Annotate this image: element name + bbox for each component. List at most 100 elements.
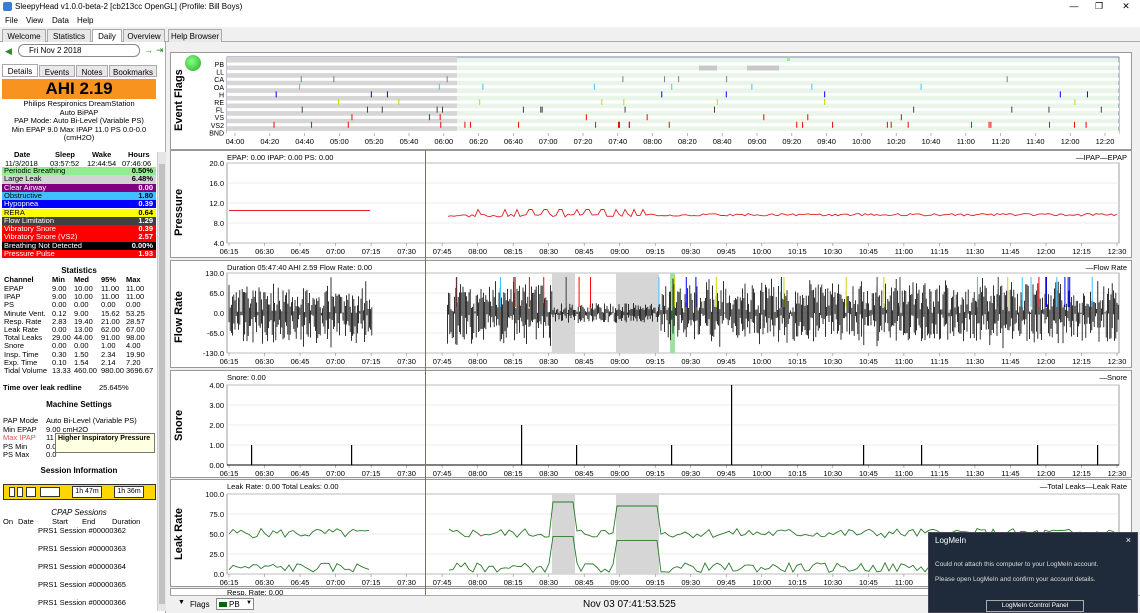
- left-panel-scrollbar[interactable]: [157, 152, 166, 611]
- stats-row: Snore 0.00 0.00 1.00 4.00: [2, 341, 156, 350]
- statistics-title: Statistics: [61, 266, 97, 275]
- x-tick-label: 06:30: [255, 578, 274, 587]
- menu-data[interactable]: Data: [52, 16, 69, 25]
- stat-cell: 3696.67: [126, 366, 154, 375]
- prev-day-arrow-icon[interactable]: ◀: [5, 46, 12, 57]
- y-tick-label: 4.00: [209, 381, 224, 390]
- logmein-control-panel-button[interactable]: LogMeIn Control Panel: [986, 600, 1084, 612]
- x-tick-label: 08:00: [468, 357, 487, 366]
- stat-cell: Min: [52, 275, 65, 284]
- stat-cell: 460.00: [74, 366, 97, 375]
- jump-arrow-icon[interactable]: →: [144, 45, 153, 55]
- session-block[interactable]: [26, 487, 36, 497]
- x-tick-label: 12:00: [1061, 137, 1080, 146]
- subtab-details[interactable]: Details: [2, 64, 38, 77]
- index-row-10[interactable]: Pressure Pulse 1.93: [2, 249, 156, 259]
- x-tick-label: 05:00: [330, 137, 349, 146]
- x-tick-label: 12:30: [1108, 357, 1127, 366]
- stat-cell: Med: [74, 275, 89, 284]
- tab-welcome[interactable]: Welcome: [2, 29, 46, 42]
- flag-channel-label: H: [219, 92, 224, 99]
- x-tick-label: 06:00: [434, 137, 453, 146]
- maximize-button[interactable]: ❐: [1085, 1, 1113, 12]
- x-tick-label: 09:30: [681, 578, 700, 587]
- snore-graph[interactable]: Snore Snore: 0.00 —Snore 4.00 3.00 2.00 1.0…: [170, 370, 1132, 478]
- event-flags-graph[interactable]: Event Flags PB LL CA OA H RE FL VS VS2 BND 04:00 04…: [170, 52, 1132, 150]
- x-tick-label: 11:30: [966, 247, 984, 256]
- subtab-notes[interactable]: Notes: [76, 65, 108, 77]
- stat-cell: 13.33: [52, 366, 71, 375]
- y-tick-label: 12.0: [209, 199, 224, 208]
- close-button[interactable]: ✕: [1112, 1, 1140, 12]
- x-tick-label: 11:30: [966, 357, 984, 366]
- x-tick-label: 10:00: [752, 247, 771, 256]
- popup-close-icon[interactable]: ×: [1126, 535, 1131, 545]
- stat-cell: Channel: [4, 275, 34, 284]
- popup-line-1: Could not attach this computer to your L…: [935, 561, 1099, 568]
- last-day-icon[interactable]: ⇥: [156, 45, 164, 56]
- setting-row: Min EPAP 9.00 cmH2O: [2, 425, 156, 434]
- flags-label[interactable]: Flags: [190, 600, 210, 609]
- subtab-bookmarks[interactable]: Bookmarks: [109, 65, 157, 77]
- snore-plot[interactable]: 4.003.002.001.000.0006:15 06:30 06:45 07:00…: [171, 371, 1133, 479]
- y-tick-label: 65.0: [209, 289, 224, 298]
- session-block[interactable]: [9, 487, 15, 497]
- x-tick-label: 12:20: [1096, 137, 1115, 146]
- x-tick-label: 09:30: [681, 469, 700, 478]
- session-duration-1[interactable]: 1h 47m: [72, 486, 102, 498]
- flags-dropdown-arrow-icon[interactable]: ▼: [178, 599, 185, 606]
- pressure-plot[interactable]: 20.016.012.08.04.006:15 06:30 06:45 07:00 07…: [171, 151, 1133, 259]
- x-tick-label: 12:00: [1037, 469, 1056, 478]
- tab-help-browser[interactable]: Help Browser: [168, 29, 222, 42]
- x-tick-label: 08:45: [575, 357, 594, 366]
- y-tick-label: 1.00: [209, 441, 224, 450]
- col-end: End: [82, 517, 96, 526]
- x-tick-label: 10:45: [859, 578, 878, 587]
- menu-view[interactable]: View: [26, 16, 43, 25]
- snore-bar: [731, 385, 733, 465]
- x-tick-label: 07:00: [326, 247, 345, 256]
- session-block[interactable]: [17, 487, 23, 497]
- tooltip: Higher Inspiratory Pressure: [55, 433, 155, 453]
- minimize-button[interactable]: —: [1060, 1, 1088, 11]
- tab-overview[interactable]: Overview: [123, 29, 165, 42]
- subtab-events[interactable]: Events: [39, 65, 75, 77]
- popup-line-2: Please open LogMeIn and confirm your acc…: [935, 576, 1096, 583]
- x-tick-label: 10:40: [922, 137, 941, 146]
- index-label: Pressure Pulse: [4, 249, 55, 258]
- chevron-down-icon: ▼: [246, 600, 252, 606]
- session-name: PRS1 Session #00000365: [38, 580, 126, 589]
- x-tick-label: 07:45: [433, 357, 452, 366]
- x-tick-label: 07:20: [574, 137, 593, 146]
- session-duration-2[interactable]: 1h 36m: [114, 486, 144, 498]
- tab-daily[interactable]: Daily: [92, 29, 122, 43]
- scrollbar-thumb[interactable]: [159, 164, 165, 604]
- stat-cell: 95%: [101, 275, 117, 284]
- x-tick-label: 09:40: [817, 137, 836, 146]
- x-tick-label: 08:45: [575, 578, 594, 587]
- col-start: Start: [52, 517, 68, 526]
- x-tick-label: 09:45: [717, 578, 736, 587]
- session-timeline[interactable]: 1h 47m 1h 36m: [3, 484, 156, 500]
- logmein-notification: LogMeIn × Could not attach this computer…: [928, 532, 1138, 613]
- flow-rate-graph[interactable]: Flow Rate Duration 05:47:40 AHI 2.59 Flo…: [170, 260, 1132, 368]
- event-flags-plot[interactable]: PBLLCAOAHREFLVSVS2BND04:00 04:20 04:40 05:0…: [171, 53, 1133, 151]
- tab-statistics[interactable]: Statistics: [47, 29, 91, 42]
- session-block[interactable]: [40, 487, 60, 497]
- pressure-unit: (cmH2O): [63, 133, 95, 143]
- flag-channel-label: PB: [215, 62, 225, 69]
- x-tick-label: 08:30: [539, 469, 558, 478]
- flow-rate-plot[interactable]: 130.065.00.0-65.0-130.006:15 06:30 06:45 07…: [171, 261, 1133, 369]
- col-duration: Duration: [112, 517, 141, 526]
- index-row-4[interactable]: Hypopnea 0.39: [2, 199, 156, 209]
- stats-row: Leak Rate 0.00 13.00 62.00 67.00: [2, 325, 156, 334]
- flag-select[interactable]: PB ▼: [216, 598, 254, 610]
- x-tick-label: 08:45: [575, 247, 594, 256]
- menu-help[interactable]: Help: [77, 16, 93, 25]
- x-tick-label: 08:45: [575, 469, 594, 478]
- x-tick-label: 07:45: [433, 469, 452, 478]
- setting-label: PS Max: [3, 450, 30, 460]
- date-picker[interactable]: Fri Nov 2 2018: [18, 44, 140, 57]
- menu-file[interactable]: File: [5, 16, 18, 25]
- pressure-graph[interactable]: Pressure EPAP: 0.00 IPAP: 0.00 PS: 0.00 …: [170, 150, 1132, 258]
